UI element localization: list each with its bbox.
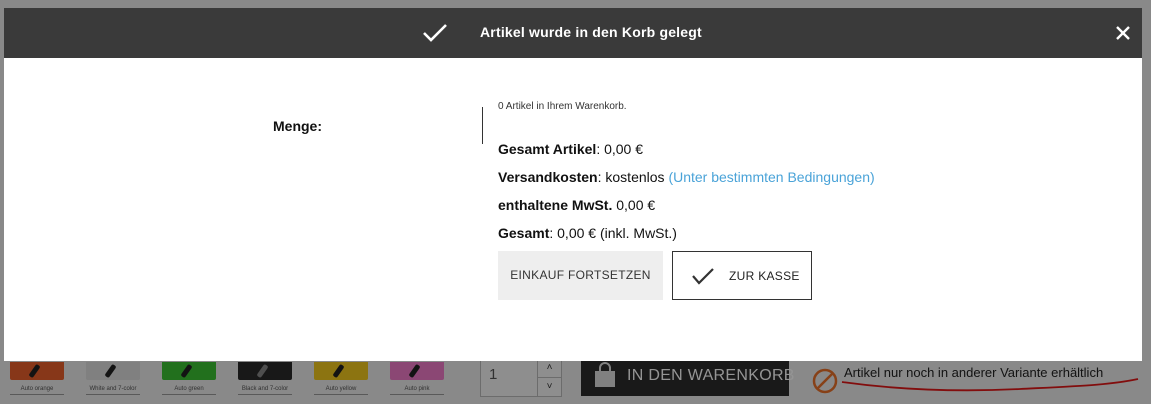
cart-item-count: 0 Artikel in Ihrem Warenkorb. [498,101,627,112]
checkmark-icon [692,268,714,285]
shipping-label: Versandkosten [498,169,598,185]
tax-value: 0,00 € [612,197,656,213]
modal-title: Artikel wurde in den Korb gelegt [480,24,702,40]
divider [482,107,483,144]
summary-tax: enthaltene MwSt. 0,00 € [498,197,655,213]
shipping-value: : kostenlos [597,169,669,185]
total-items-value: : 0,00 € [596,141,644,157]
quantity-label: Menge: [273,118,322,134]
checkout-label: ZUR KASSE [729,269,800,283]
summary-total-items: Gesamt Artikel: 0,00 € [498,141,643,157]
checkmark-icon [423,24,447,42]
continue-shopping-button[interactable]: EINKAUF FORTSETZEN [498,251,663,300]
added-to-cart-modal: Artikel wurde in den Korb gelegt Menge: … [4,8,1142,361]
summary-shipping: Versandkosten: kostenlos (Unter bestimmt… [498,169,875,185]
modal-header: Artikel wurde in den Korb gelegt [4,8,1142,58]
tax-label: enthaltene MwSt. [498,197,613,213]
total-label: Gesamt [498,225,550,241]
total-items-label: Gesamt Artikel [498,141,597,157]
shipping-conditions-link[interactable]: (Unter bestimmten Bedingungen) [668,169,874,185]
total-value: : 0,00 € (inkl. MwSt.) [549,225,677,241]
checkout-button[interactable]: ZUR KASSE [672,251,812,300]
close-icon[interactable] [1114,24,1132,42]
summary-total: Gesamt: 0,00 € (inkl. MwSt.) [498,225,677,241]
